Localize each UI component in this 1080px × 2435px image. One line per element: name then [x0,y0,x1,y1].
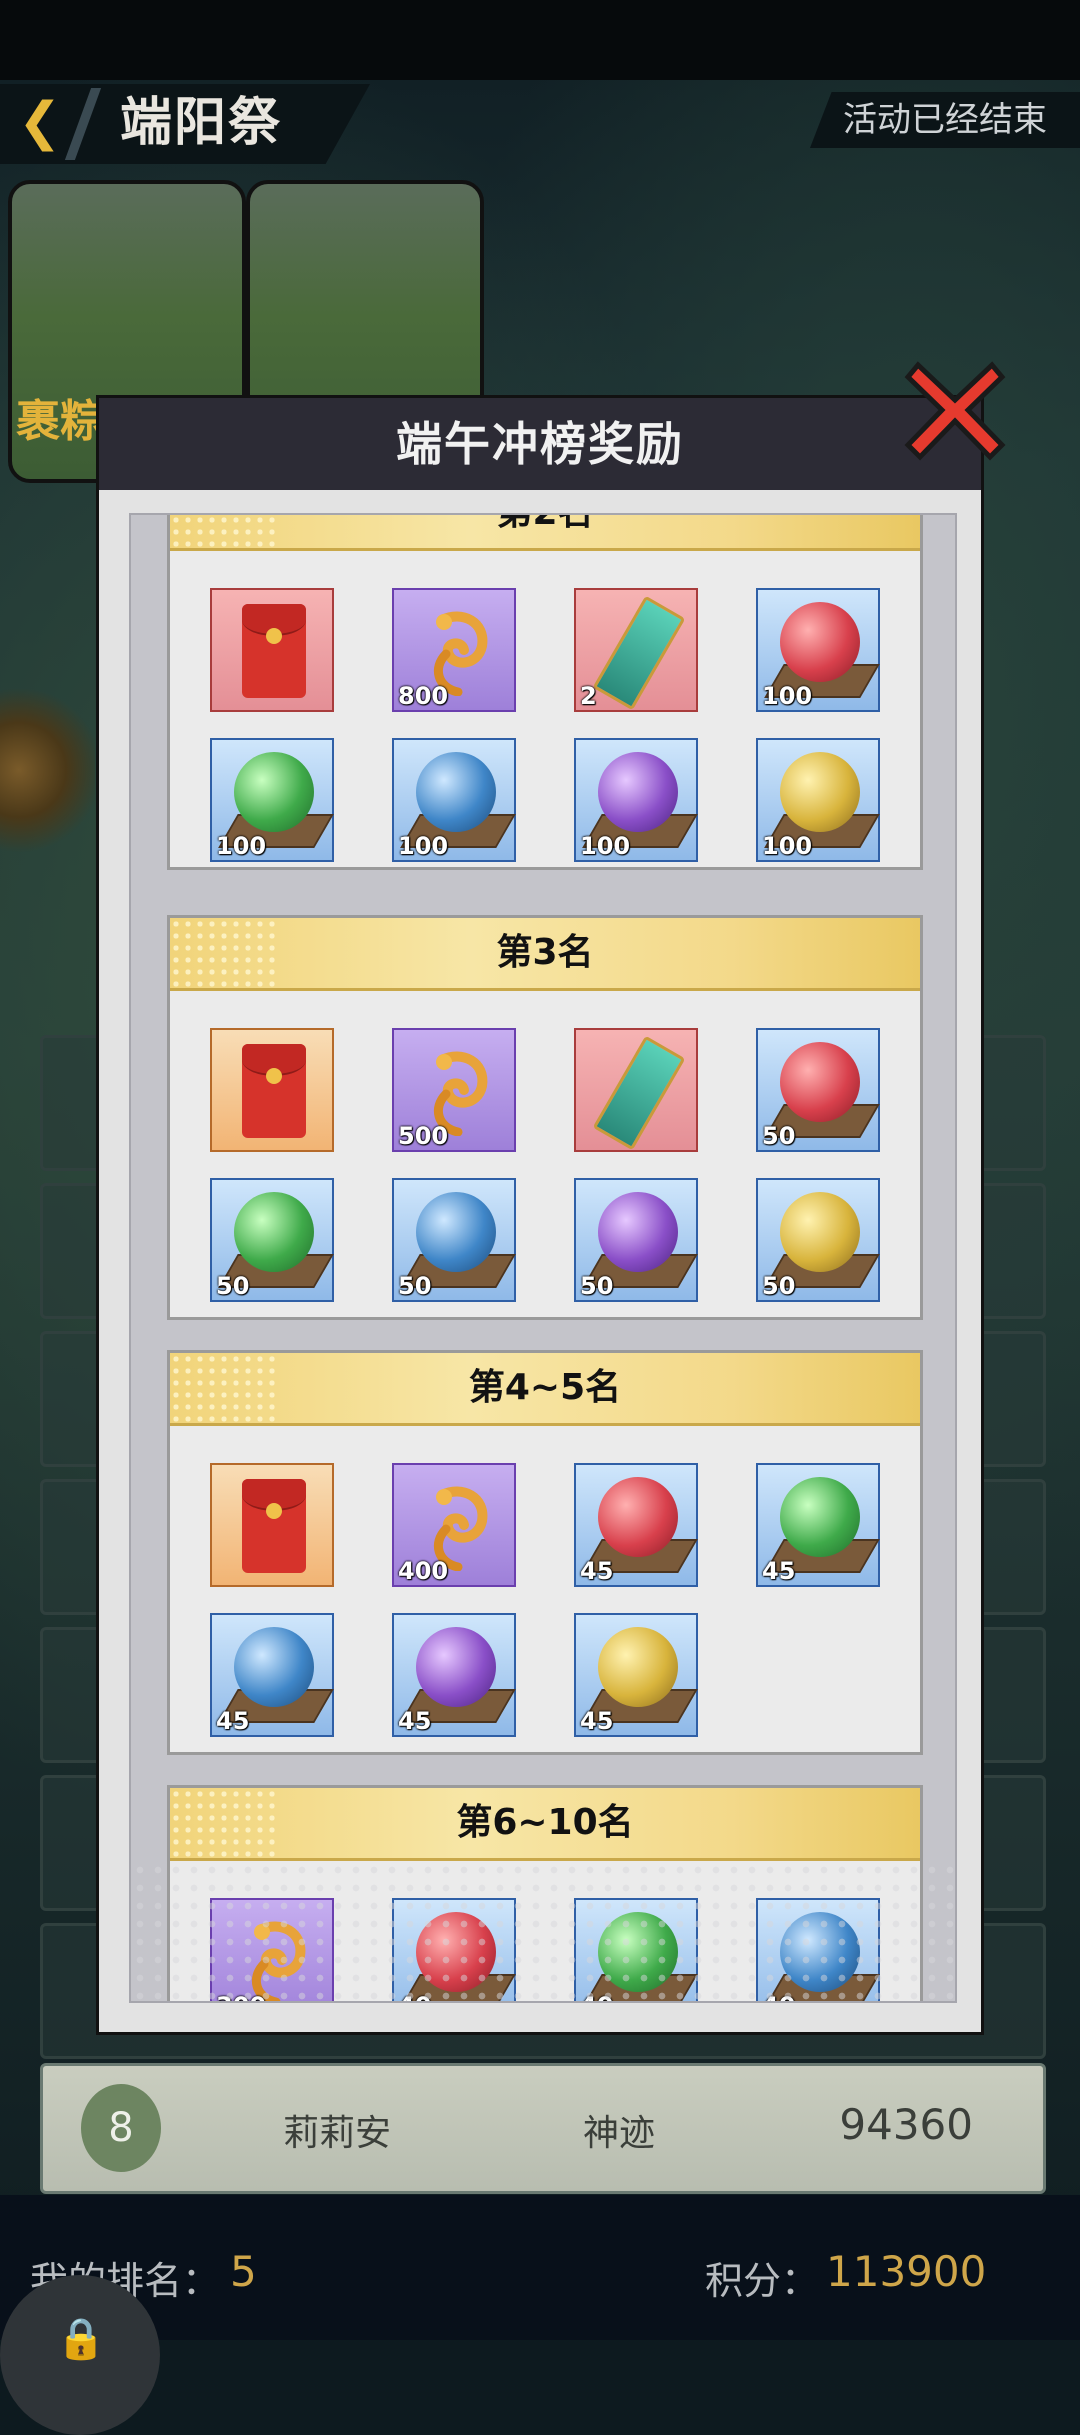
green-orb-icon [780,1477,860,1557]
player-score: 94360 [839,2100,973,2149]
reward-item[interactable]: 45 [392,1613,516,1737]
reward-item[interactable]: 100 [756,588,880,712]
scroll-token-icon [592,1035,686,1151]
page-title: 端阳祭 [120,93,283,153]
close-icon[interactable] [900,355,1010,465]
red-orb-icon [780,1042,860,1122]
reward-item[interactable]: 100 [756,738,880,862]
purple-orb-icon [598,752,678,832]
gold-orb-icon [780,1192,860,1272]
reward-item[interactable]: 50 [756,1028,880,1152]
reward-item[interactable]: 50 [574,1178,698,1302]
modal-title: 端午冲榜奖励 [396,417,684,471]
reward-group: 第4~5名 400 45 45 45 45 45 [167,1350,923,1755]
lock-icon: 🔒 [56,2316,106,2362]
blue-orb-icon [416,1192,496,1272]
item-count: 50 [762,1122,796,1150]
reward-scroll-area[interactable]: 第2名 800 2 100 100 100 100 100 第3名 500 50 50 50 50 50 第4… [129,513,957,2003]
score-label: 积分： [705,2259,820,2303]
dragon-ornament [0,680,95,860]
item-count: 400 [398,1557,449,1585]
reward-item[interactable]: 45 [574,1463,698,1587]
reward-item[interactable]: 50 [392,1178,516,1302]
reward-item[interactable]: 100 [574,738,698,862]
reward-group-title: 第3名 [496,932,594,973]
reward-item[interactable]: 45 [574,1613,698,1737]
reward-item[interactable]: 400 [392,1463,516,1587]
item-count: 45 [580,1557,614,1585]
item-count: 100 [580,832,631,860]
item-count: 100 [762,682,813,710]
reward-group: 第2名 800 2 100 100 100 100 100 [167,515,923,870]
reward-item[interactable]: 2 [574,588,698,712]
item-count: 50 [216,1272,250,1300]
red-orb-icon [780,602,860,682]
item-count: 45 [216,1707,250,1735]
item-count: 500 [398,1122,449,1150]
purple-orb-icon [416,1627,496,1707]
item-count: 50 [398,1272,432,1300]
score-value: 113900 [826,2247,987,2296]
green-orb-icon [234,752,314,832]
player-title: 神迹 [583,2113,656,2154]
item-count: 800 [398,682,449,710]
green-orb-icon [234,1192,314,1272]
item-count: 100 [762,832,813,860]
lock-button[interactable]: 🔒 [0,2275,160,2435]
item-count: 45 [762,1557,796,1585]
rank-badge: 8 [81,2084,161,2172]
purple-orb-icon [598,1192,678,1272]
status-bar [0,0,1080,80]
reward-item[interactable]: 500 [392,1028,516,1152]
reward-item[interactable]: 800 [392,588,516,712]
reward-item[interactable] [210,588,334,712]
item-count: 50 [762,1272,796,1300]
red-envelope-icon [242,604,306,698]
reward-item[interactable]: 50 [756,1178,880,1302]
reward-group: 第3名 500 50 50 50 50 50 [167,915,923,1320]
decorative-pattern [131,1861,955,2001]
reward-item[interactable]: 50 [210,1178,334,1302]
item-count: 100 [216,832,267,860]
red-envelope-icon [242,1044,306,1138]
blue-orb-icon [234,1627,314,1707]
blue-orb-icon [416,752,496,832]
red-envelope-icon [242,1479,306,1573]
reward-item[interactable] [210,1463,334,1587]
item-count: 100 [398,832,449,860]
player-name: 莉莉安 [283,2113,392,2154]
reward-modal: 端午冲榜奖励 第2名 800 2 100 100 100 100 100 第3名 500 50 50 5… [96,395,984,2035]
item-count: 2 [580,682,597,710]
reward-item[interactable]: 45 [210,1613,334,1737]
item-count: 45 [580,1707,614,1735]
chevron-left-icon[interactable]: ❮ [18,92,68,152]
gold-orb-icon [598,1627,678,1707]
reward-item[interactable]: 45 [756,1463,880,1587]
reward-group-title: 第4~5名 [468,1367,622,1408]
leaderboard-row-8: 8 莉莉安 神迹 94360 [40,2063,1046,2194]
gold-orb-icon [780,752,860,832]
reward-item[interactable]: 100 [392,738,516,862]
red-orb-icon [598,1477,678,1557]
card-label: 裹粽 [16,396,104,447]
reward-group-title: 第6~10名 [456,1802,634,1843]
reward-group-title: 第2名 [170,515,920,548]
scroll-token-icon [592,595,686,711]
my-rank-value: 5 [230,2247,257,2296]
item-count: 45 [398,1707,432,1735]
reward-item[interactable] [210,1028,334,1152]
item-count: 50 [580,1272,614,1300]
status-badge: 活动已经结束 [810,92,1080,148]
reward-item[interactable]: 100 [210,738,334,862]
reward-item[interactable] [574,1028,698,1152]
